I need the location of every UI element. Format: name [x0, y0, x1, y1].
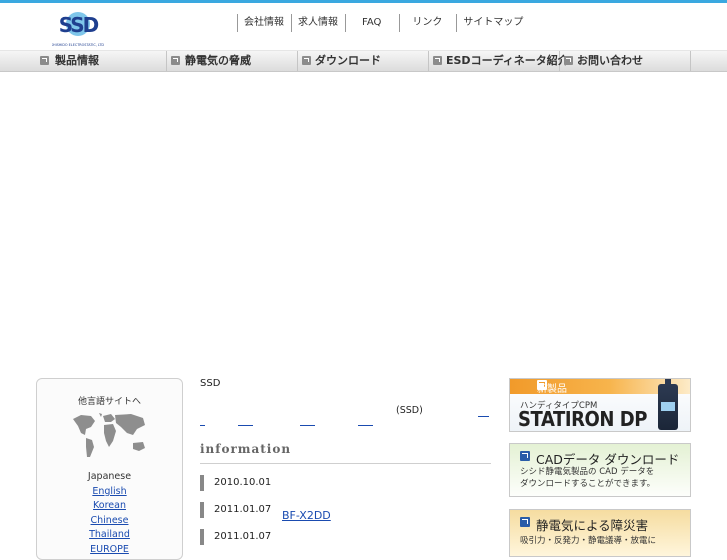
- news-date: 2011.01.07: [214, 531, 272, 542]
- world-map-icon: [73, 413, 145, 457]
- intro-link[interactable]: [358, 425, 373, 426]
- nav-item-contact[interactable]: お問い合わせ: [560, 51, 691, 71]
- nav-item-threat[interactable]: 静電気の脅威: [167, 51, 298, 71]
- top-link-links[interactable]: リンク: [399, 14, 456, 32]
- arrow-icon: [171, 56, 180, 65]
- site-logo[interactable]: SSD SHISHIDO ELECTROSTATIC, LTD.: [51, 8, 105, 48]
- top-link-jobs[interactable]: 求人情報: [291, 14, 345, 32]
- intro-link[interactable]: [300, 425, 315, 426]
- nav-item-label: 静電気の脅威: [185, 54, 251, 67]
- top-link-faq[interactable]: FAQ: [345, 14, 399, 32]
- company-abbr: SSD: [200, 378, 221, 389]
- hazard-banner-description: 吸引力・反発力・静電議導・放電に: [520, 536, 657, 546]
- news-bullet: [200, 502, 204, 518]
- news-date: 2010.10.01: [214, 477, 272, 488]
- news-title-link[interactable]: BF-X2DD: [282, 509, 331, 522]
- hazard-banner-title: 静電気による障災害: [536, 518, 649, 533]
- cad-banner-description: シシド静電気製品の CAD データを ダウンロードすることができます。: [520, 466, 655, 490]
- language-box-title: 他言語サイトへ: [77, 397, 141, 407]
- language-box: 他言語サイトへ Japanese English Korean Chinese …: [36, 378, 183, 560]
- nav-item-label: 製品情報: [55, 54, 99, 67]
- top-accent-line: [0, 0, 727, 3]
- top-link-company[interactable]: 会社情報: [237, 14, 291, 32]
- nav-item-esd-coordinator[interactable]: ESDコーディネータ紹介: [429, 51, 569, 71]
- nav-item-label: ESDコーディネータ紹介: [446, 54, 569, 67]
- arrow-icon: [564, 56, 573, 65]
- global-nav: 製品情報 静電気の脅威 ダウンロード ESDコーディネータ紹介 お問い合わせ: [0, 50, 727, 72]
- logo-mark: SSD SHISHIDO ELECTROSTATIC, LTD.: [51, 12, 105, 47]
- current-language: Japanese: [87, 471, 132, 482]
- svg-text:SSD: SSD: [59, 13, 99, 37]
- svg-text:SHISHIDO ELECTROSTATIC, LTD.: SHISHIDO ELECTROSTATIC, LTD.: [52, 43, 104, 47]
- cad-download-banner[interactable]: CADデータ ダウンロード シシド静電気製品の CAD データを ダウンロードす…: [509, 443, 691, 497]
- cad-banner-desc-line: ダウンロードすることができます。: [520, 479, 656, 489]
- language-link-korean[interactable]: Korean: [37, 499, 182, 514]
- nav-item-products[interactable]: 製品情報: [0, 51, 167, 71]
- hazard-banner[interactable]: 静電気による障災害 吸引力・反発力・静電議導・放電に: [509, 509, 691, 557]
- information-divider: [200, 463, 491, 464]
- cad-banner-desc-line: シシド静電気製品の CAD データを: [520, 467, 655, 477]
- device-image: [658, 379, 678, 430]
- new-product-label: 新製品: [537, 384, 567, 395]
- language-link-english[interactable]: English: [37, 485, 182, 500]
- top-links: 会社情報 求人情報 FAQ リンク サイトマップ: [237, 14, 530, 32]
- intro-link[interactable]: [478, 416, 489, 417]
- arrow-icon: [520, 451, 530, 461]
- news-date: 2011.01.07: [214, 504, 272, 515]
- top-link-sitemap[interactable]: サイトマップ: [456, 14, 530, 32]
- intro-link[interactable]: [200, 425, 205, 426]
- language-link-chinese[interactable]: Chinese: [37, 514, 182, 529]
- arrow-icon: [520, 517, 530, 527]
- news-bullet: [200, 475, 204, 491]
- intro-link[interactable]: [238, 425, 253, 426]
- company-paren: (SSD): [396, 405, 423, 416]
- news-bullet: [200, 529, 204, 545]
- arrow-icon: [40, 56, 49, 65]
- nav-item-label: ダウンロード: [315, 54, 381, 67]
- nav-item-label: お問い合わせ: [577, 54, 643, 67]
- information-heading: information: [200, 442, 292, 456]
- nav-item-download[interactable]: ダウンロード: [298, 51, 429, 71]
- language-link-thailand[interactable]: Thailand: [37, 528, 182, 543]
- arrow-icon: [302, 56, 311, 65]
- arrow-icon: [433, 56, 442, 65]
- language-list: Japanese English Korean Chinese Thailand…: [37, 470, 182, 557]
- new-product-banner[interactable]: 新製品 ハンディタイプCPM STATIRON DP: [509, 378, 691, 432]
- new-product-name: STATIRON DP: [518, 407, 648, 431]
